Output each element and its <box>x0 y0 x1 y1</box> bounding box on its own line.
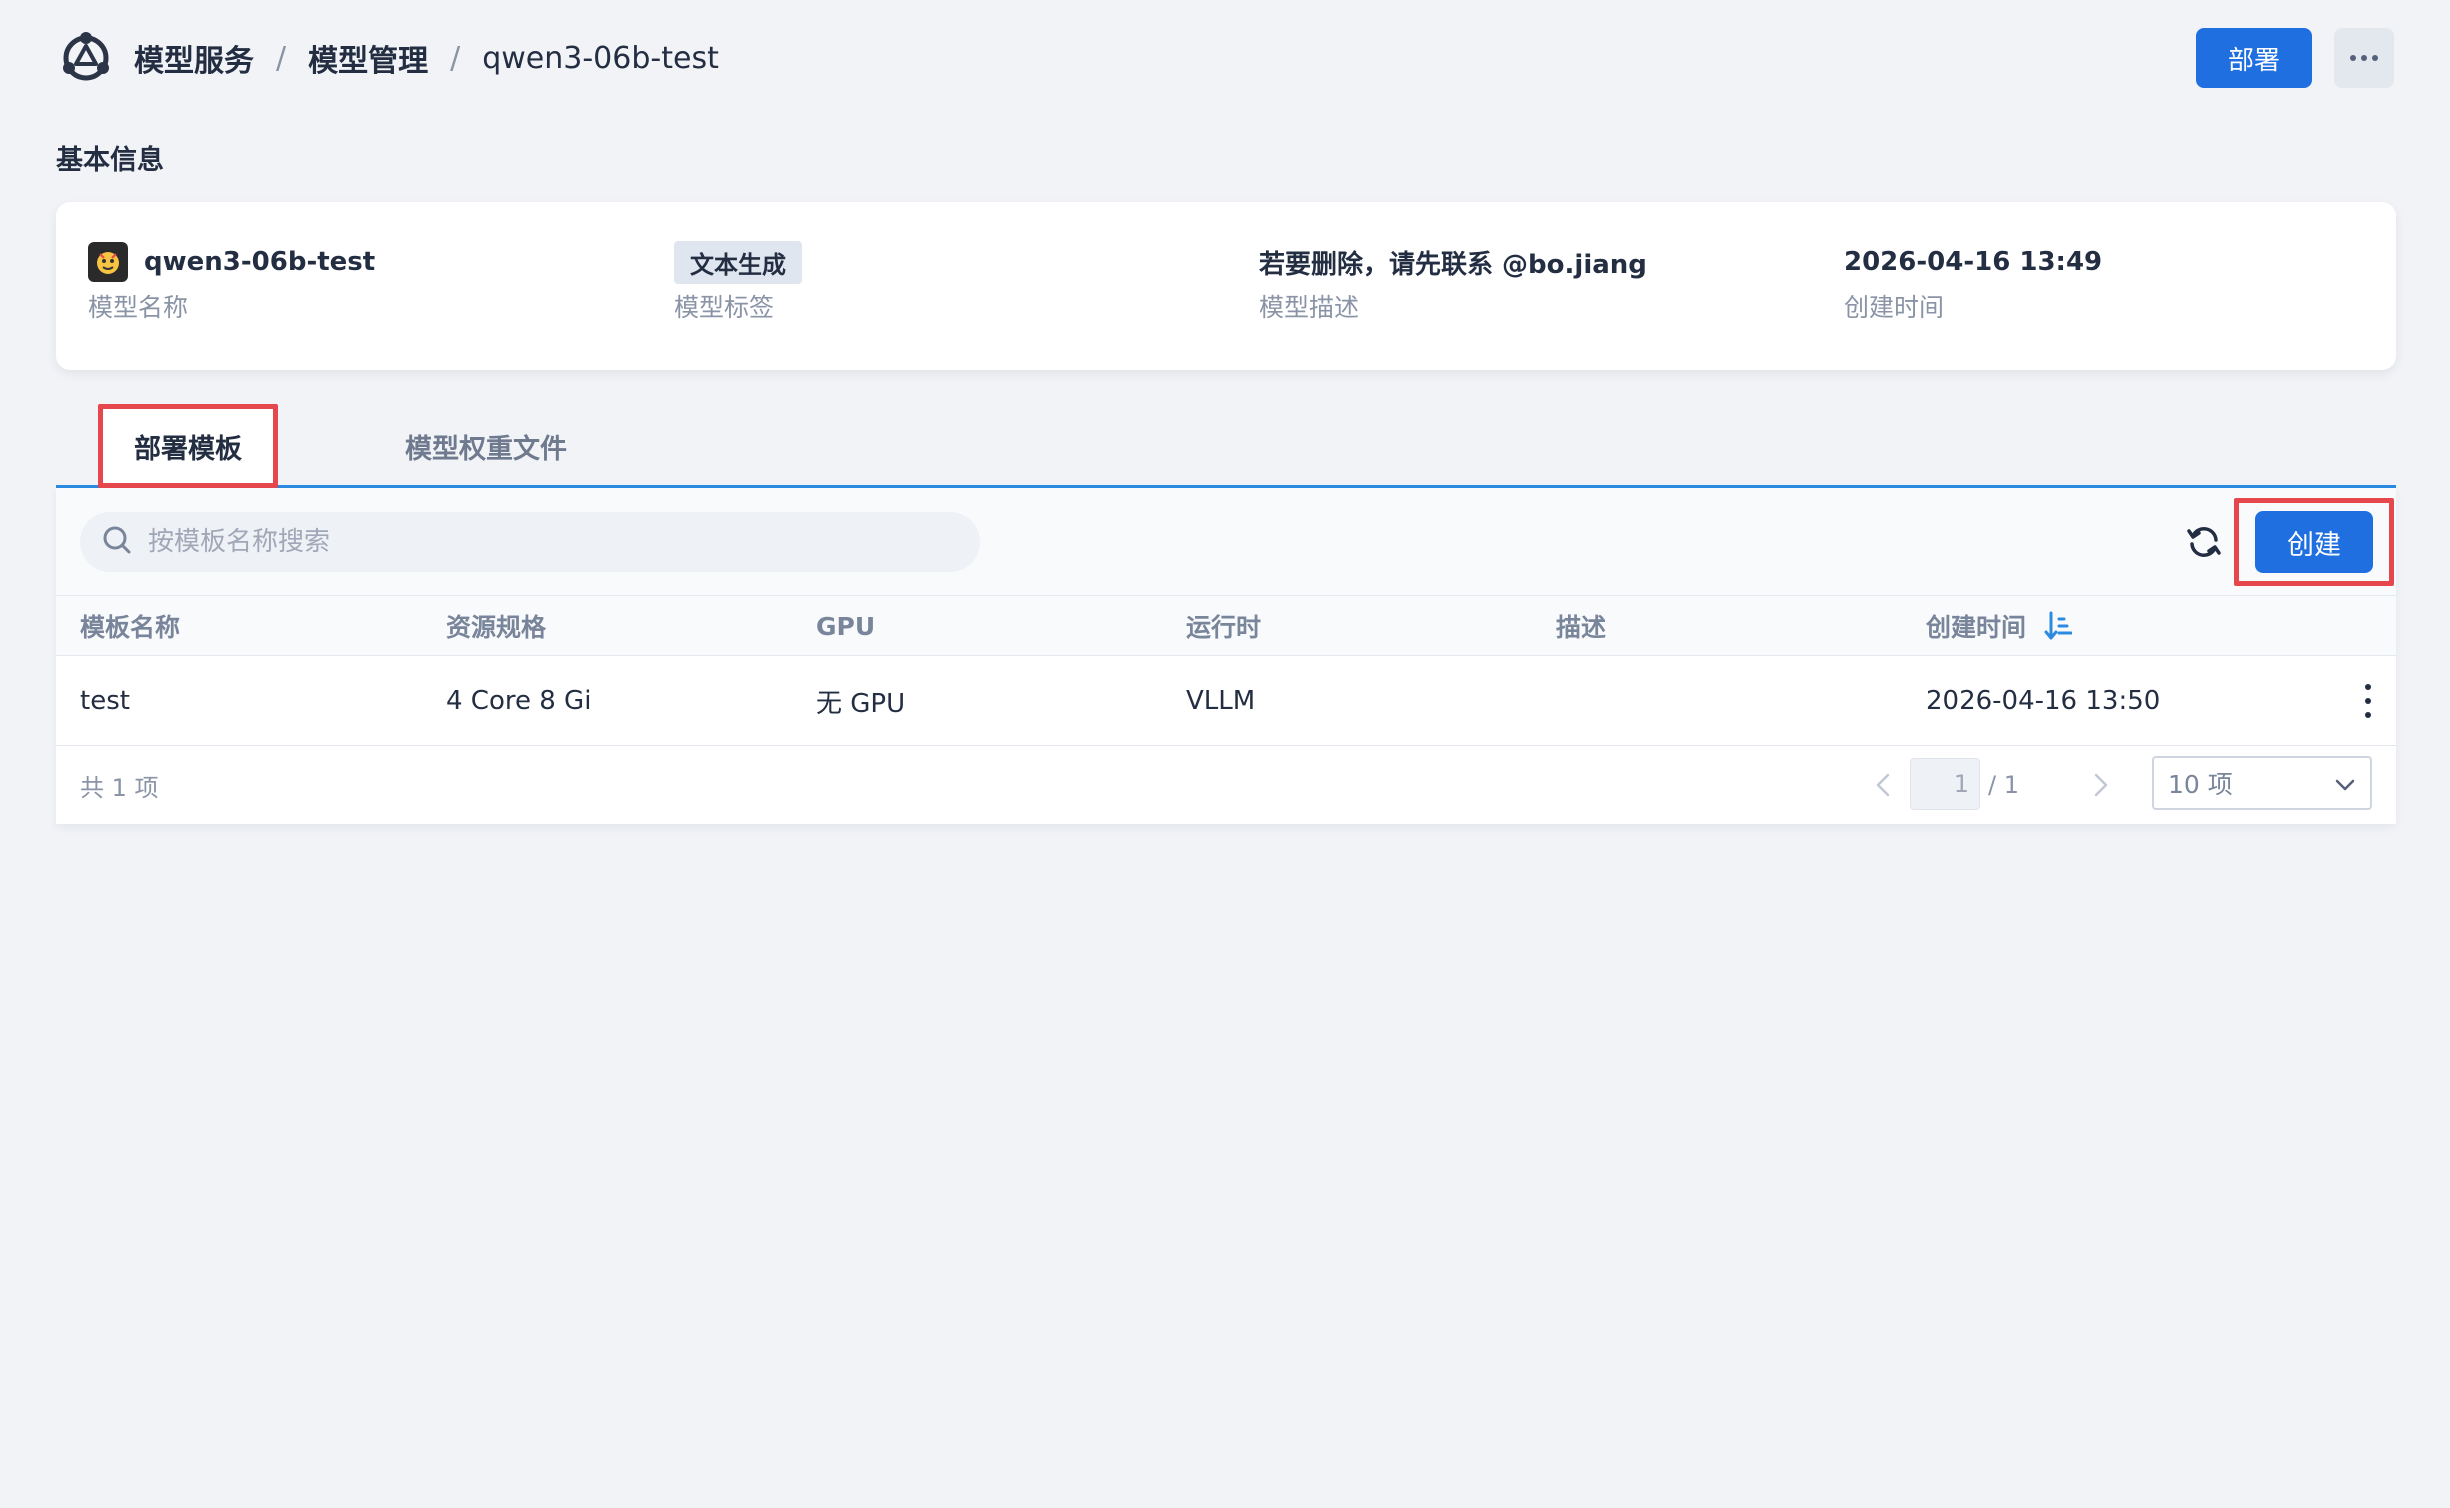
page: 模型服务 / 模型管理 / qwen3-06b-test 部署 基本信息 qwe… <box>0 0 2450 1508</box>
info-model-desc: 若要删除，请先联系 @bo.jiang 模型描述 <box>1259 242 1647 324</box>
column-header-description[interactable]: 描述 <box>1556 596 1606 656</box>
total-count: 共 1 项 <box>80 773 159 802</box>
app-logo-icon[interactable] <box>56 28 116 88</box>
table-toolbar: 创建 <box>56 488 2396 596</box>
templates-panel: 创建 模板名称 资源规格 GPU 运行时 描述 创建时间 test 4 Core <box>56 488 2396 824</box>
section-title-basic-info: 基本信息 <box>56 145 164 176</box>
model-tag-badge: 文本生成 <box>674 240 802 284</box>
breadcrumb-model-service[interactable]: 模型服务 <box>134 36 254 80</box>
info-created-time: 2026-04-16 13:49 创建时间 <box>1844 242 2102 324</box>
page-number-input[interactable] <box>1910 758 1980 810</box>
deploy-button[interactable]: 部署 <box>2195 28 2312 88</box>
model-tag-label: 模型标签 <box>674 293 775 322</box>
search-icon <box>102 525 132 559</box>
column-header-runtime[interactable]: 运行时 <box>1186 596 1261 656</box>
created-time-label: 创建时间 <box>1844 293 1945 322</box>
column-header-gpu[interactable]: GPU <box>816 596 875 656</box>
tab-model-weight-files[interactable]: 模型权重文件 <box>346 404 626 488</box>
cell-resource-spec: 4 Core 8 Gi <box>446 686 592 716</box>
search-box[interactable] <box>80 512 980 572</box>
sort-icon[interactable] <box>2044 611 2073 641</box>
column-header-template-name[interactable]: 模板名称 <box>80 596 180 656</box>
cell-template-name[interactable]: test <box>80 656 130 746</box>
chevron-down-icon <box>2334 769 2356 798</box>
cell-runtime: VLLM <box>1186 686 1256 716</box>
create-button-highlight: 创建 <box>2234 498 2394 586</box>
info-model-name: qwen3-06b-test 模型名称 <box>88 242 375 324</box>
prev-page-icon[interactable] <box>1868 770 1898 800</box>
header-actions: 部署 <box>2195 28 2394 88</box>
table-header: 模板名称 资源规格 GPU 运行时 描述 创建时间 <box>56 596 2396 656</box>
cell-created-time: 2026-04-16 13:50 <box>1926 686 2161 716</box>
model-desc-value: 若要删除，请先联系 @bo.jiang <box>1259 249 1647 280</box>
created-time-header-label: 创建时间 <box>1926 613 2027 642</box>
cell-gpu: 无 GPU <box>816 688 906 719</box>
next-page-icon[interactable] <box>2086 770 2116 800</box>
table-footer: 共 1 项 / 1 10 项 <box>56 746 2396 824</box>
model-name-value: qwen3-06b-test <box>144 247 376 277</box>
column-header-resource-spec[interactable]: 资源规格 <box>446 596 546 656</box>
info-model-tag: 文本生成 模型标签 <box>674 240 802 324</box>
page-size-select[interactable]: 10 项 <box>2152 756 2372 810</box>
more-options-button[interactable] <box>2334 28 2394 88</box>
row-actions-menu-icon[interactable] <box>2358 684 2378 718</box>
more-dots-icon <box>2350 55 2356 61</box>
model-desc-label: 模型描述 <box>1259 293 1360 322</box>
page-total: / 1 <box>1988 771 2019 799</box>
breadcrumb-separator: / <box>450 40 461 76</box>
column-header-created-time[interactable]: 创建时间 <box>1926 596 2073 656</box>
page-size-value: 10 项 <box>2168 770 2233 799</box>
breadcrumb-model-management[interactable]: 模型管理 <box>308 36 428 80</box>
create-button[interactable]: 创建 <box>2255 511 2373 573</box>
tab-deploy-templates[interactable]: 部署模板 <box>98 404 278 488</box>
breadcrumb-current: qwen3-06b-test <box>482 40 719 76</box>
created-time-value: 2026-04-16 13:49 <box>1844 247 2103 277</box>
model-name-label: 模型名称 <box>88 293 189 322</box>
top-bar: 模型服务 / 模型管理 / qwen3-06b-test 部署 <box>56 26 2394 90</box>
table-row[interactable]: test 4 Core 8 Gi 无 GPU VLLM 2026-04-16 1… <box>56 656 2396 746</box>
basic-info-card: qwen3-06b-test 模型名称 文本生成 模型标签 若要删除，请先联系 … <box>56 202 2396 370</box>
model-avatar-icon <box>88 242 128 282</box>
breadcrumb-separator: / <box>276 40 287 76</box>
search-input[interactable] <box>146 526 946 558</box>
refresh-icon[interactable] <box>2180 518 2228 566</box>
breadcrumb: 模型服务 / 模型管理 / qwen3-06b-test <box>134 36 719 80</box>
tab-bar: 部署模板 模型权重文件 <box>56 404 2396 488</box>
